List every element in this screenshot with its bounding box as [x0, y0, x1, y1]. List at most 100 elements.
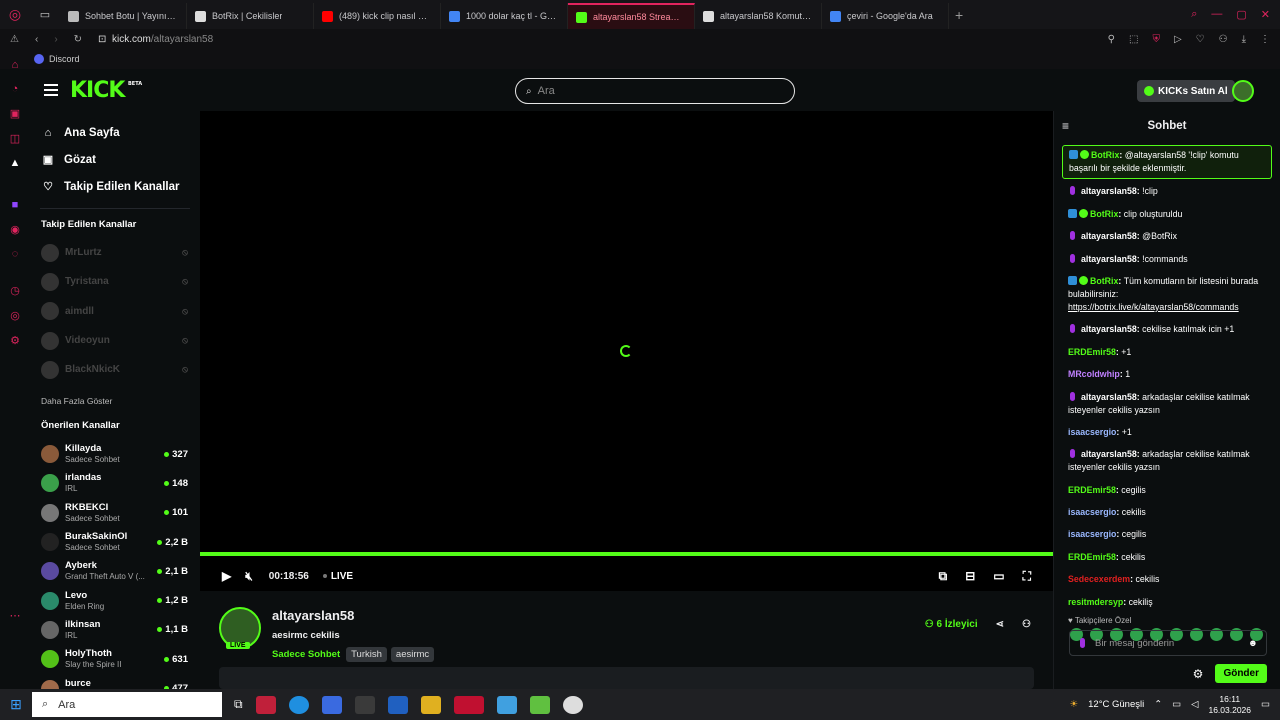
play-icon[interactable]: ▷ — [1174, 34, 1182, 45]
browser-tab[interactable]: çeviri - Google'da Ara — [822, 3, 949, 29]
kick-logo[interactable]: KICK BETA — [70, 78, 142, 103]
browser-tab[interactable]: BotRix | Cekilisler — [187, 3, 314, 29]
manage-user-icon[interactable]: ⚇ — [1022, 619, 1031, 630]
volume-icon[interactable]: ◁ — [1191, 699, 1198, 710]
reload-button[interactable]: ↻ — [74, 34, 82, 45]
download-icon[interactable]: ⤓ — [1242, 34, 1246, 45]
tag[interactable]: aesirmc — [390, 647, 435, 662]
buy-kicks-button[interactable]: KICKs Satın Al — [1137, 80, 1235, 102]
recommended-channel[interactable]: ilkinsan IRL 1,1 B — [30, 615, 200, 644]
theater-mode-button[interactable]: ▭ — [993, 569, 1004, 584]
clock[interactable]: 16:11 16.03.2026 — [1208, 694, 1251, 716]
taskbar-app[interactable] — [562, 695, 583, 714]
hamburger-menu-icon[interactable] — [44, 84, 58, 96]
sidebar-app-icon[interactable]: ⚙ — [10, 334, 20, 347]
chat-username[interactable]: MRcoldwhip — [1068, 369, 1120, 379]
start-button[interactable]: ⊞ — [0, 696, 32, 713]
chat-username[interactable]: ERDEmir58 — [1068, 552, 1116, 562]
followed-channel[interactable]: MrLurtz ⦸ — [30, 238, 200, 267]
clip-button[interactable]: ⊟ — [965, 569, 975, 584]
sidebar-app-icon[interactable]: ▣ — [10, 107, 20, 120]
browser-tab[interactable]: (489) kick clip nasıl alınır — [314, 3, 441, 29]
taskbar-app[interactable] — [529, 695, 550, 714]
chat-username[interactable]: isaacsergio — [1068, 529, 1116, 539]
sidebar-app-icon[interactable]: ◷ — [10, 284, 20, 297]
stream-category[interactable]: Sadece Sohbet — [272, 649, 340, 660]
notification-icon[interactable]: ▭ — [1261, 699, 1270, 710]
minimize-button[interactable]: — — [1211, 8, 1222, 21]
taskbar-search[interactable]: ⌕ Ara — [32, 692, 222, 717]
chat-username[interactable]: altayarslan58 — [1081, 449, 1137, 459]
recommended-channel[interactable]: RKBEKCI Sadece Sohbet 101 — [30, 498, 200, 527]
pip-button[interactable]: ⧉ — [939, 569, 948, 584]
sidebar-app-icon[interactable]: ◌ — [12, 248, 19, 260]
chat-username[interactable]: isaacsergio — [1068, 427, 1116, 437]
sidebar-app-icon[interactable]: ▲ — [10, 157, 21, 169]
sidebar-app-icon[interactable]: ⌂ — [12, 59, 19, 71]
pin-icon[interactable]: ⚲ — [1108, 34, 1115, 45]
search-tabs-icon[interactable]: ⌕ — [1191, 8, 1197, 21]
url-field[interactable]: ⊡ kick.com/altayarslan58 — [98, 34, 213, 45]
taskbar-app[interactable] — [453, 695, 484, 714]
browser-logo-icon[interactable]: ◎ — [0, 0, 30, 29]
collapse-chat-icon[interactable]: ≡ — [1062, 119, 1069, 133]
chat-username[interactable]: BotRix — [1090, 276, 1118, 286]
maximize-button[interactable]: ▢ — [1236, 8, 1246, 21]
tab-list-icon[interactable]: ▭ — [30, 0, 60, 29]
channel-name[interactable]: altayarslan58 — [272, 608, 354, 623]
followed-channel[interactable]: BlackNkicK ⦸ — [30, 355, 200, 384]
followed-channel[interactable]: Videoyun ⦸ — [30, 326, 200, 355]
screenshot-icon[interactable]: ⬚ — [1129, 34, 1138, 45]
warning-icon[interactable]: ⚠ — [10, 34, 19, 45]
menu-icon[interactable]: ⋮ — [1260, 34, 1270, 45]
recommended-channel[interactable]: irlandas IRL 148 — [30, 469, 200, 498]
sidebar-app-icon[interactable]: ◉ — [10, 223, 20, 236]
tray-chevron-icon[interactable]: ⌃ — [1154, 699, 1162, 710]
followed-channel[interactable]: Tyristana ⦸ — [30, 267, 200, 296]
user-avatar[interactable] — [1232, 80, 1254, 102]
sidebar-app-icon[interactable]: ■ — [12, 199, 19, 211]
chat-username[interactable]: altayarslan58 — [1081, 186, 1137, 196]
followed-channel[interactable]: aimdll ⦸ — [30, 297, 200, 326]
browser-tab[interactable]: altayarslan58 Stream - W — [568, 3, 695, 29]
play-button[interactable]: ▶ — [222, 569, 231, 583]
chat-username[interactable]: ERDEmir58 — [1068, 485, 1116, 495]
nav-home[interactable]: ⌂ Ana Sayfa — [30, 119, 200, 146]
tag[interactable]: Turkish — [346, 647, 387, 662]
profile-icon[interactable]: ⚇ — [1219, 34, 1228, 45]
share-icon[interactable]: ⋖ — [996, 619, 1004, 630]
send-button[interactable]: Gönder — [1215, 664, 1267, 683]
bookmark-discord[interactable]: Discord — [49, 54, 80, 64]
browser-tab[interactable]: Sohbet Botu | Yayınını güç — [60, 3, 187, 29]
recommended-channel[interactable]: BurakSakinOl Sadece Sohbet 2,2 B — [30, 527, 200, 556]
chat-settings-icon[interactable]: ⚙ — [1193, 667, 1204, 681]
chat-username[interactable]: BotRix — [1091, 150, 1119, 160]
network-icon[interactable]: ▭ — [1172, 699, 1181, 710]
chat-username[interactable]: altayarslan58 — [1081, 254, 1137, 264]
emoji-icon[interactable]: ☻ — [1248, 638, 1258, 649]
mute-button[interactable]: 🔇︎ — [245, 569, 253, 584]
chat-username[interactable]: BotRix — [1090, 209, 1118, 219]
browser-tab[interactable]: altayarslan58 Komutlar | — [695, 3, 822, 29]
extension-shield-icon[interactable]: ⛨ — [1152, 34, 1160, 45]
search-input[interactable]: ⌕ Ara — [515, 78, 795, 104]
chat-username[interactable]: isaacsergio — [1068, 507, 1116, 517]
progress-bar[interactable] — [200, 552, 1053, 556]
recommended-channel[interactable]: HolyThoth Slay the Spire II 631 — [30, 645, 200, 674]
taskbar-app[interactable] — [354, 695, 375, 714]
taskbar-app[interactable] — [496, 695, 517, 714]
show-more-link[interactable]: Daha Fazla Göster — [30, 396, 200, 406]
chat-link[interactable]: https://botrix.live/k/altayarslan58/comm… — [1068, 302, 1239, 312]
taskbar-app[interactable] — [387, 695, 408, 714]
taskbar-app[interactable] — [255, 695, 276, 714]
forward-button[interactable]: › — [54, 34, 57, 45]
nav-following[interactable]: ♡ Takip Edilen Kanallar — [30, 173, 200, 200]
chat-username[interactable]: altayarslan58 — [1081, 231, 1137, 241]
sidebar-app-icon[interactable]: ◫ — [10, 132, 20, 145]
chat-input[interactable]: Bir mesaj gönderin ☻ — [1069, 630, 1267, 656]
chat-username[interactable]: ERDEmir58 — [1068, 347, 1116, 357]
chat-username[interactable]: Sedecexerdem — [1068, 574, 1130, 584]
sidebar-app-icon[interactable]: ⋯ — [10, 609, 21, 622]
fullscreen-button[interactable]: ⛶ — [1023, 569, 1031, 584]
taskbar-app[interactable] — [288, 695, 309, 714]
